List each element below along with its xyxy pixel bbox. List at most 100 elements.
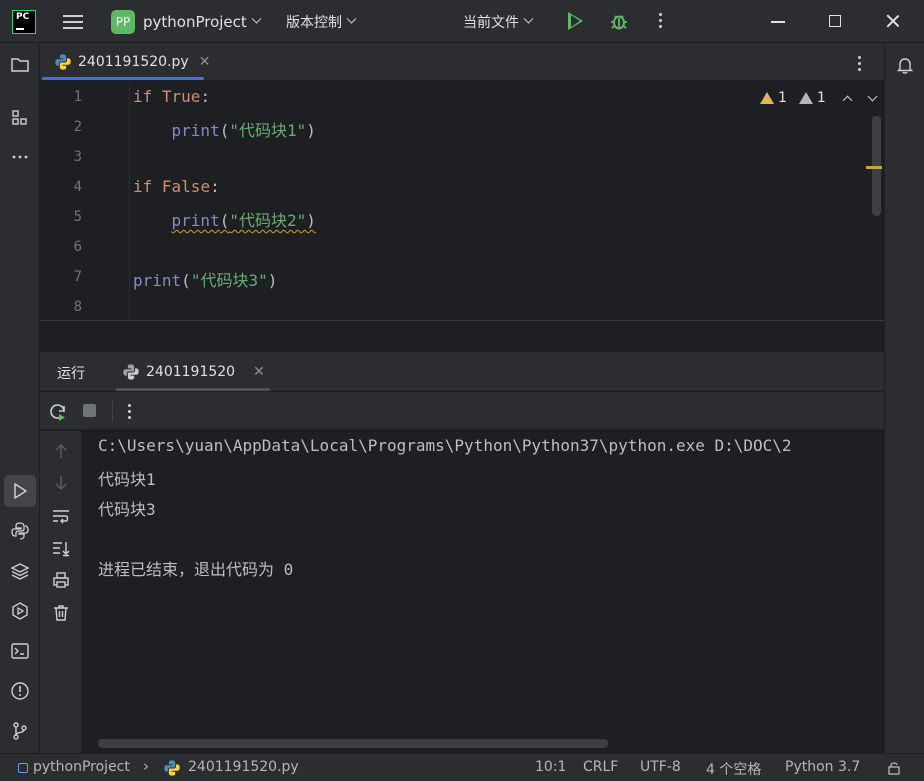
chevron-down-icon <box>251 13 262 24</box>
project-name: pythonProject <box>143 12 247 31</box>
python-console-icon[interactable] <box>10 521 30 541</box>
debug-icon[interactable] <box>609 11 629 31</box>
terminal-icon[interactable] <box>10 641 30 661</box>
vcs-menu[interactable]: 版本控制 <box>286 0 357 43</box>
line-number: 8 <box>73 299 82 315</box>
constant: True <box>161 87 201 106</box>
console-line: 代码块1 <box>98 470 156 489</box>
layers-icon[interactable] <box>10 561 30 581</box>
tab-options-icon[interactable] <box>858 56 862 71</box>
line-separator[interactable]: CRLF <box>583 759 618 775</box>
constant: False <box>161 177 211 196</box>
line-number-gutter: 1 2 3 4 5 6 7 8 <box>40 82 130 320</box>
breadcrumb-file[interactable]: 2401191520.py <box>188 759 299 775</box>
punctuation: ( <box>181 271 191 290</box>
inspection-widget[interactable]: 1 1 <box>760 90 878 106</box>
maximize-icon[interactable] <box>829 15 841 27</box>
line-number: 1 <box>73 89 82 105</box>
run-tab[interactable]: 2401191520 ✕ <box>122 352 265 392</box>
project-selector[interactable]: pythonProject <box>143 0 262 43</box>
lock-icon[interactable] <box>886 760 902 776</box>
code-line-5: print("代码块2") <box>133 207 316 231</box>
code-editor[interactable]: 1 2 3 4 5 6 7 8 if True: print("代码块1") i… <box>40 82 884 321</box>
run-options-icon[interactable] <box>128 404 132 419</box>
run-tab-label: 2401191520 <box>146 364 236 380</box>
tab-close-icon[interactable]: ✕ <box>199 54 211 70</box>
line-number: 6 <box>73 239 82 255</box>
vcs-label: 版本控制 <box>286 14 342 31</box>
console-line: C:\Users\yuan\AppData\Local\Programs\Pyt… <box>98 436 792 455</box>
services-icon[interactable] <box>10 601 30 621</box>
notifications-bell-icon[interactable] <box>895 55 915 75</box>
git-icon[interactable] <box>10 721 30 741</box>
status-bar: pythonProject › 2401191520.py 10:1 CRLF … <box>0 753 924 781</box>
line-number: 5 <box>73 209 82 225</box>
chevron-down-icon <box>523 13 534 24</box>
more-icon[interactable] <box>659 13 663 28</box>
python-file-icon <box>55 54 71 70</box>
weak-warning-count: 1 <box>816 90 826 106</box>
title-bar: PC PP pythonProject 版本控制 当前文件 <box>0 0 924 43</box>
folder-icon[interactable] <box>10 55 30 75</box>
console-line: 进程已结束，退出代码为 0 <box>98 560 294 579</box>
run-window-title: 运行 <box>57 366 85 382</box>
more-tools-icon[interactable] <box>10 147 30 167</box>
run-side-toolbar <box>40 431 82 753</box>
string-literal: "代码块2" <box>229 211 307 230</box>
string-literal: "代码块1" <box>229 121 307 140</box>
run-tool-window-header: 运行 2401191520 ✕ <box>40 352 884 392</box>
punctuation: ( <box>219 211 230 230</box>
keyword: if <box>133 87 153 106</box>
punctuation: ( <box>219 121 230 140</box>
code-line-7: print("代码块3") <box>133 267 277 291</box>
run-icon[interactable] <box>568 12 583 30</box>
scroll-to-end-icon[interactable] <box>51 538 71 558</box>
run-console-output[interactable]: C:\Users\yuan\AppData\Local\Programs\Pyt… <box>82 431 884 753</box>
stop-icon[interactable] <box>83 404 96 417</box>
code-line-4: if False: <box>133 177 220 196</box>
previous-highlight-icon[interactable] <box>842 95 853 105</box>
chevron-down-icon <box>346 13 357 24</box>
structure-icon[interactable] <box>10 108 30 128</box>
line-number: 7 <box>73 269 82 285</box>
file-encoding[interactable]: UTF-8 <box>640 759 681 775</box>
editor-tab[interactable]: 2401191520.py ✕ <box>46 43 218 81</box>
console-line: 代码块3 <box>98 500 156 519</box>
problems-icon[interactable] <box>10 681 30 701</box>
breadcrumb-chevron-icon: › <box>143 757 149 775</box>
print-icon[interactable] <box>51 570 71 590</box>
next-highlight-icon[interactable] <box>867 91 878 101</box>
run-toolbar <box>40 392 884 430</box>
soft-wrap-icon[interactable] <box>51 506 71 526</box>
run-tool-icon[interactable] <box>10 481 30 501</box>
pycharm-logo-icon: PC <box>12 10 36 34</box>
right-tool-strip <box>884 43 924 753</box>
rerun-icon[interactable] <box>48 402 68 422</box>
python-file-icon <box>164 760 180 776</box>
breadcrumb-project[interactable]: pythonProject <box>33 759 130 775</box>
gutter-separator <box>129 82 130 320</box>
indent-setting[interactable]: 4 个空格 <box>706 759 761 779</box>
line-number: 4 <box>73 179 82 195</box>
project-badge[interactable]: PP <box>111 10 135 34</box>
warning-stripe-marker[interactable] <box>866 166 882 169</box>
trash-icon[interactable] <box>51 603 71 623</box>
builtin-function: print <box>171 121 220 140</box>
python-run-icon <box>123 364 139 380</box>
string-literal: "代码块3" <box>190 271 268 290</box>
run-tab-close-icon[interactable]: ✕ <box>253 364 265 380</box>
code-line-1: if True: <box>133 87 210 106</box>
main-menu-button[interactable] <box>62 0 84 43</box>
arrow-down-icon[interactable] <box>51 473 71 493</box>
builtin-function: print <box>171 211 220 230</box>
close-icon[interactable] <box>886 14 900 28</box>
weak-warning-icon <box>798 92 813 104</box>
python-interpreter[interactable]: Python 3.7 <box>785 759 860 775</box>
arrow-up-icon[interactable] <box>51 441 71 461</box>
minimize-icon[interactable] <box>771 21 785 23</box>
console-horizontal-scrollbar[interactable] <box>98 739 608 748</box>
caret-position[interactable]: 10:1 <box>535 759 566 775</box>
warning-count: 1 <box>778 90 787 106</box>
run-config-selector[interactable]: 当前文件 <box>463 0 534 43</box>
keyword: if <box>133 177 153 196</box>
